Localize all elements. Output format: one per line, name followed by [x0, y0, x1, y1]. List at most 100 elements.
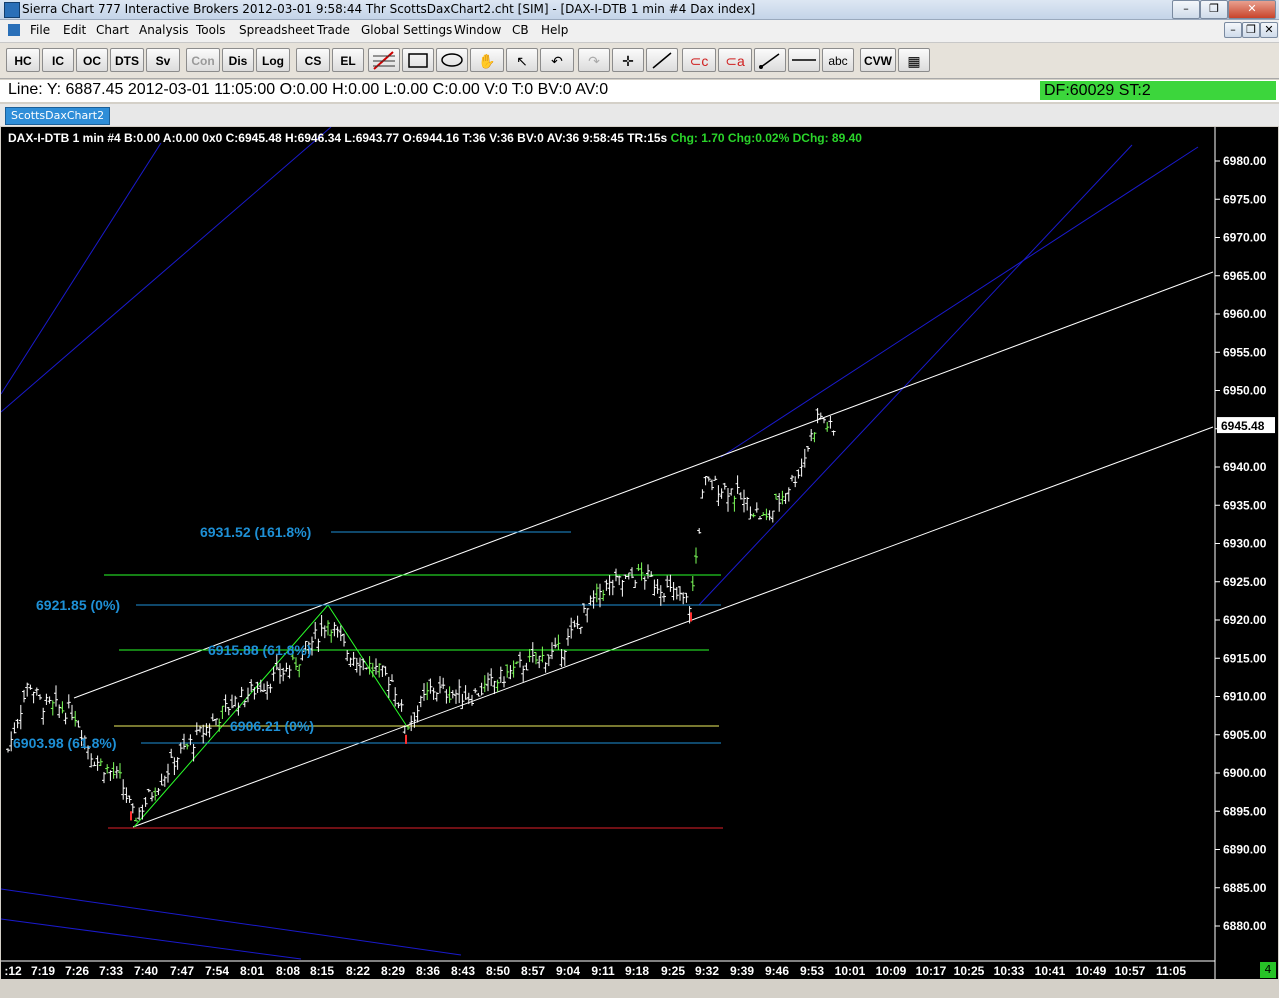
- sv-button[interactable]: Sv: [146, 48, 180, 72]
- doc-restore-button[interactable]: ❐: [1242, 22, 1260, 38]
- tab-scottsdaxchart2[interactable]: ScottsDaxChart2: [5, 107, 111, 125]
- line-info: Line: Y: 6887.45 2012-03-01 11:05:00 O:0…: [8, 81, 609, 98]
- ohlc-bar: [198, 725, 202, 733]
- trade-window-icon[interactable]: ▦: [898, 48, 930, 72]
- white-channel-lower: [132, 426, 1214, 828]
- ohlc-bar: [454, 689, 458, 704]
- fib-label: 6921.85 (0%): [36, 597, 120, 613]
- menu-cb[interactable]: CB: [512, 23, 529, 37]
- ohlc-bar: [780, 490, 785, 505]
- cvw-button[interactable]: CVW: [860, 48, 896, 72]
- hand-tool-icon[interactable]: ✋: [470, 48, 504, 72]
- menu-window[interactable]: Window: [454, 23, 501, 37]
- ohlc-bar: [505, 664, 510, 678]
- doc-icon[interactable]: [8, 24, 20, 36]
- el-button[interactable]: EL: [332, 48, 364, 72]
- dts-button[interactable]: DTS: [110, 48, 144, 72]
- menu-chart[interactable]: Chart: [96, 23, 129, 37]
- doc-close-button[interactable]: ✕: [1260, 22, 1278, 38]
- restore-button[interactable]: ❐: [1200, 0, 1228, 19]
- x-tick-label: 7:26: [65, 964, 89, 978]
- pointer-icon[interactable]: ↖: [506, 48, 538, 72]
- ohlc-bar: [428, 678, 433, 694]
- ohlc-bar: [143, 797, 148, 807]
- ohlc-bar: [700, 489, 705, 499]
- line-tool-icon[interactable]: [646, 48, 678, 72]
- ray-tool-icon[interactable]: [754, 48, 786, 72]
- ohlc-bar: [825, 421, 830, 432]
- ohlc-bar: [793, 476, 798, 488]
- ohlc-bar: [476, 692, 481, 697]
- doc-minimize-button[interactable]: –: [1224, 22, 1242, 38]
- y-tick-label: 6890.00: [1223, 843, 1267, 857]
- green-swing-line: [133, 604, 329, 828]
- blue-channel-line: [698, 144, 1133, 606]
- crosshair-icon[interactable]: ✛: [612, 48, 644, 72]
- ohlc-bar: [326, 620, 330, 636]
- ohlc-bar: [121, 779, 126, 800]
- menu-spreadsheet[interactable]: Spreadsheet: [239, 23, 315, 37]
- ohlc-bar: [204, 723, 209, 736]
- text-tool-button[interactable]: abc: [822, 48, 854, 72]
- x-tick-label: 10:57: [1115, 964, 1146, 978]
- x-tick-label: 8:15: [310, 964, 334, 978]
- close-button[interactable]: ✕: [1228, 0, 1276, 19]
- menu-analysis[interactable]: Analysis: [139, 23, 188, 37]
- x-tick-label: 10:09: [876, 964, 907, 978]
- ohlc-bar: [252, 687, 257, 700]
- magnet-c-icon[interactable]: ⊂c: [682, 48, 716, 72]
- x-tick-label: 9:46: [765, 964, 789, 978]
- dis-button[interactable]: Dis: [222, 48, 254, 72]
- menu-trade[interactable]: Trade: [317, 23, 350, 37]
- ohlc-bar: [12, 722, 17, 734]
- ohlc-bar: [105, 764, 110, 774]
- y-tick-label: 6930.00: [1223, 537, 1267, 551]
- x-tick-label: 8:29: [381, 964, 405, 978]
- con-button[interactable]: Con: [186, 48, 220, 72]
- ohlc-bar: [422, 683, 426, 701]
- ohlc-bar: [652, 579, 657, 596]
- ohlc-bar: [418, 695, 423, 708]
- ohlc-bar: [239, 686, 244, 698]
- blue-trendline: [1, 888, 462, 956]
- menu-global-settings[interactable]: Global Settings: [361, 23, 452, 37]
- ohlc-bar: [658, 585, 663, 606]
- menu-edit[interactable]: Edit: [63, 23, 86, 37]
- ohlc-bar: [809, 429, 814, 442]
- window-title: Sierra Chart 777 Interactive Brokers 201…: [22, 2, 756, 16]
- ohlc-bar: [92, 761, 97, 767]
- magnet-a-icon[interactable]: ⊂a: [718, 48, 752, 72]
- ohlc-bar: [694, 547, 698, 564]
- menu-file[interactable]: File: [30, 23, 50, 37]
- ohlc-bar: [431, 687, 436, 700]
- ohlc-bar: [146, 788, 151, 793]
- minimize-button[interactable]: –: [1172, 0, 1200, 19]
- fib-tool-icon[interactable]: [368, 48, 400, 72]
- ellipse-tool-icon[interactable]: [436, 48, 468, 72]
- status-indicator: 4: [1260, 962, 1276, 978]
- menu-help[interactable]: Help: [541, 23, 568, 37]
- redo-icon[interactable]: ↷: [578, 48, 610, 72]
- chart-area[interactable]: 6980.00 6975.00 6970.00 6965.00 6960.00 6955.…: [1, 127, 1278, 979]
- price-chart[interactable]: 6980.00 6975.00 6970.00 6965.00 6960.00 6955.…: [1, 127, 1278, 979]
- log-button[interactable]: Log: [256, 48, 290, 72]
- hc-button[interactable]: HC: [6, 48, 40, 72]
- ohlc-bar: [348, 657, 353, 667]
- undo-icon[interactable]: ↶: [540, 48, 574, 72]
- cs-button[interactable]: CS: [296, 48, 330, 72]
- blue-trendline: [1, 142, 162, 395]
- oc-button[interactable]: OC: [76, 48, 108, 72]
- ohlc-bar: [722, 482, 727, 490]
- ohlc-bar: [28, 684, 33, 690]
- ohlc-bar: [537, 655, 542, 669]
- menu-tools[interactable]: Tools: [196, 23, 226, 37]
- fib-annotations: 6931.52 (161.8%) 6921.85 (0%) 6915.88 (61.…: [13, 524, 314, 751]
- x-tick-label: 8:36: [416, 964, 440, 978]
- ohlc-bar: [182, 733, 186, 750]
- y-tick-label: 6885.00: [1223, 881, 1267, 895]
- ohlc-bar: [754, 502, 759, 513]
- ic-button[interactable]: IC: [42, 48, 74, 72]
- x-tick-label: 8:57: [521, 964, 545, 978]
- horizontal-line-icon[interactable]: [788, 48, 820, 72]
- rectangle-tool-icon[interactable]: [402, 48, 434, 72]
